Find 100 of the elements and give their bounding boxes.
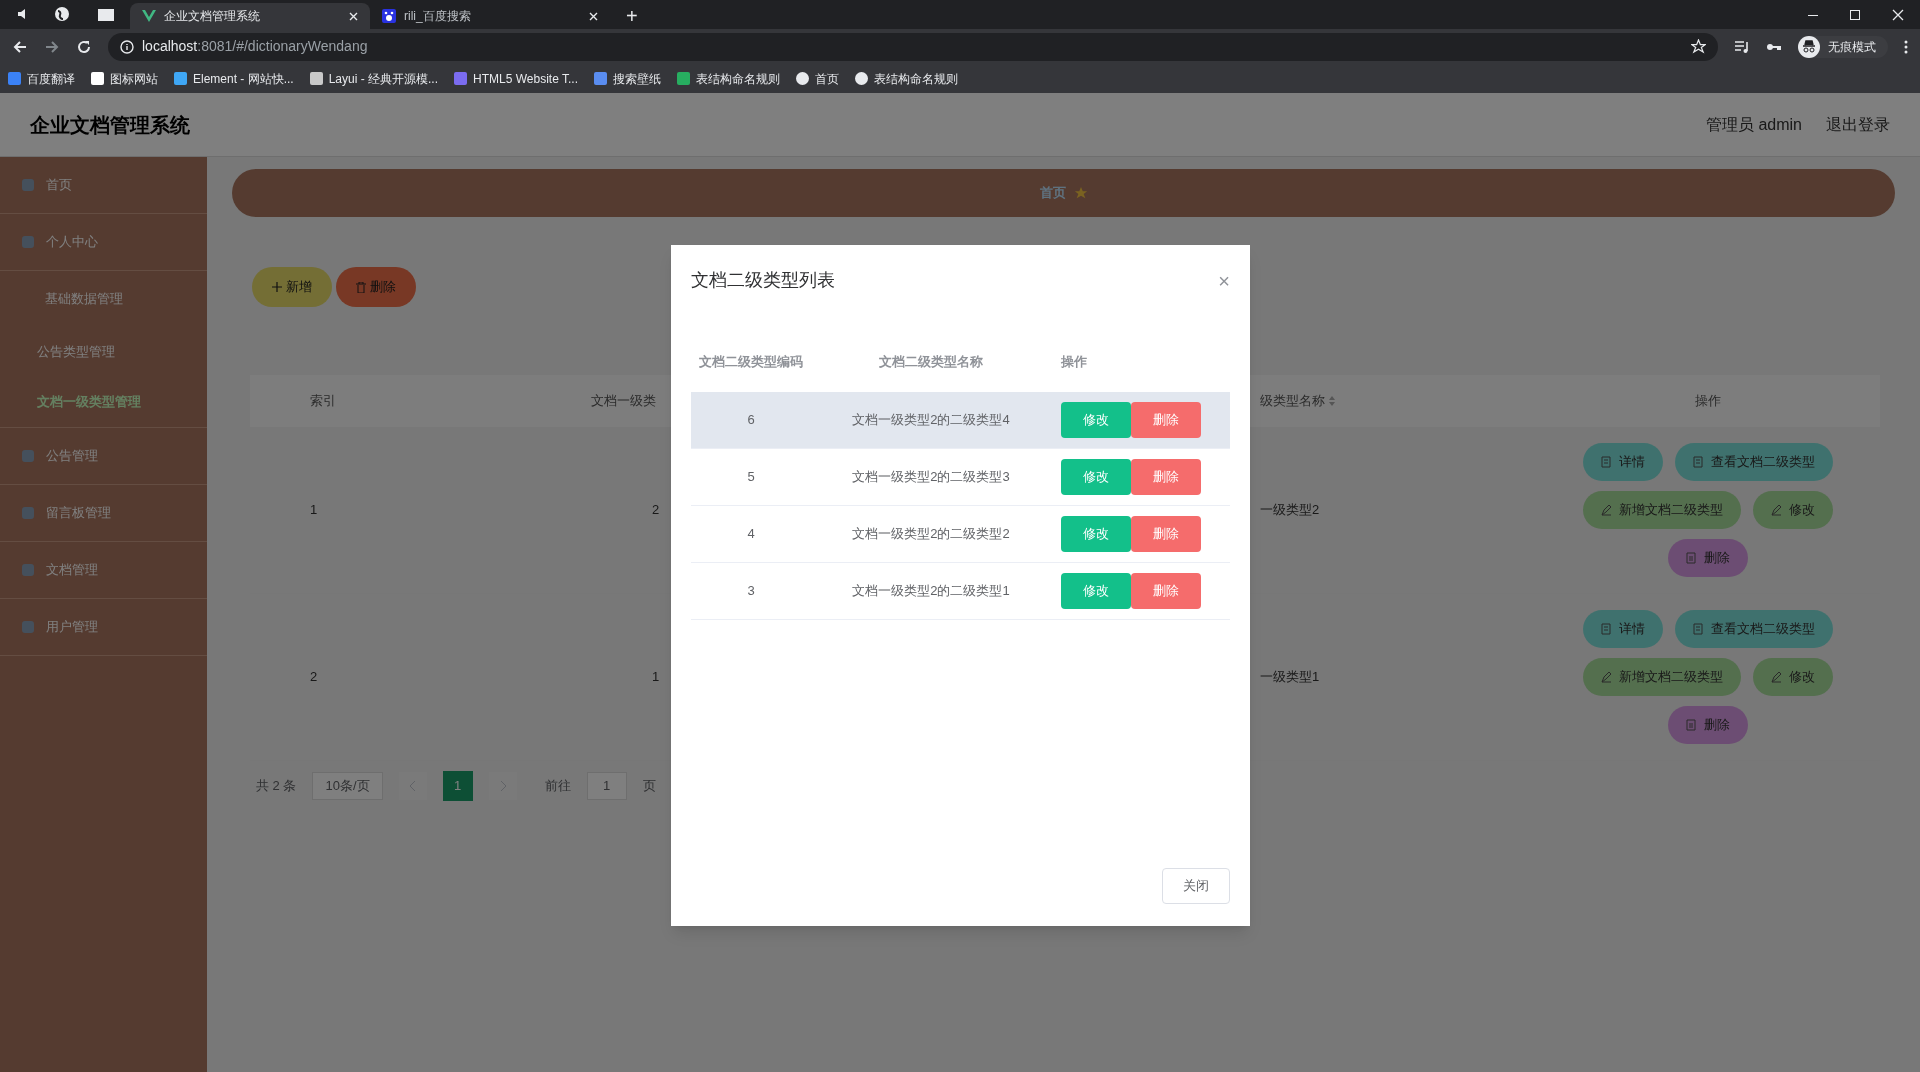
document-icon [1692,623,1703,635]
action-button[interactable]: 删除 [1667,539,1748,577]
app-title: 企业文档管理系统 [30,112,190,138]
table-cell-text: 文档一级类型2的二级类型2 [851,525,1011,544]
address-bar[interactable]: localhost:8081/#/dictionaryWendang [108,32,1718,61]
delete-button[interactable]: 删除 [1131,459,1201,495]
paw-icon [382,9,396,23]
info-icon[interactable] [120,39,134,54]
sidebar-item[interactable]: 基础数据管理 [0,271,207,327]
reload-icon[interactable] [76,38,92,55]
bookmark-icon [796,72,809,85]
close-icon[interactable] [349,11,358,21]
bookmark[interactable]: 首页 [796,69,839,88]
page-size-select[interactable]: 10条/页 [312,772,383,800]
table-cell-text: 6 [746,411,756,430]
edit-button[interactable]: 修改 [1061,573,1131,609]
action-button[interactable]: 查看文档二级类型 [1674,443,1833,481]
sidebar-item[interactable]: 留言板管理 [0,485,207,541]
menu-item-icon [22,236,34,248]
sidebar-item[interactable]: 用户管理 [0,599,207,655]
delete-button[interactable]: 删除 [1131,573,1201,609]
bookmark[interactable]: 表结构命名规则 [677,69,780,88]
bookmark[interactable]: HTML5 Website T... [454,69,578,88]
close-dialog-button[interactable]: 关闭 [1162,868,1230,904]
delete-button[interactable]: 删除 [1131,516,1201,552]
action-button[interactable]: 修改 [1752,491,1833,529]
table-cell-text: 文档一级类型2的二级类型3 [851,468,1011,487]
sidebar-item[interactable]: 文档管理 [0,542,207,598]
action-button[interactable]: 详情 [1582,443,1663,481]
action-button[interactable]: 新增文档二级类型 [1582,491,1741,529]
action-button[interactable]: 修改 [1752,658,1833,696]
table-cell: 1 [652,669,660,685]
logout-link[interactable]: 退出登录 [1826,112,1890,137]
close-button[interactable]: × [1218,270,1230,291]
action-button[interactable]: 查看文档二级类型 [1674,610,1833,648]
plus-icon [272,282,282,292]
edit-button[interactable]: 修改 [1061,402,1131,438]
bookmark[interactable]: 图标网站 [91,69,158,88]
playlist-icon[interactable] [1734,39,1750,54]
browser-tab[interactable]: rili_百度搜索 [370,3,610,29]
sidebar-subitem[interactable]: 公告类型管理 [0,327,207,377]
add-button[interactable]: 新增 [252,267,332,307]
delete-button[interactable]: 删除 [1131,402,1201,438]
profile-chip[interactable]: 无痕模式 [1798,35,1888,58]
v-logo-icon [142,10,156,22]
bookmark-icon [8,72,21,85]
forward-icon[interactable] [44,38,60,55]
browser-tab[interactable]: 企业文档管理系统 [130,3,370,29]
sidebar-item[interactable]: 公告管理 [0,428,207,484]
bookmark-icon [677,72,690,85]
delete-button[interactable]: 删除 [336,267,416,307]
page-button[interactable]: 1 [442,771,473,801]
edit-button[interactable]: 修改 [1061,516,1131,552]
star-icon[interactable] [1691,39,1706,54]
column-header: 文档二级类型名称 [878,353,984,372]
menu-item-icon [22,450,34,462]
goto-label: 前往 [544,777,571,796]
back-icon[interactable] [12,38,28,55]
table-cell-text: 3 [746,582,756,601]
column-header: 操作 [1694,392,1721,411]
total-count: 共 2 条 [256,777,297,796]
bookmark-icon [174,72,187,85]
globe-icon[interactable] [54,6,70,22]
menu-icon[interactable] [1904,39,1908,54]
url-text: localhost:8081/#/dictionaryWendang [142,37,368,56]
star-icon [1073,186,1088,200]
edit-button[interactable]: 修改 [1061,459,1131,495]
sidebar-item[interactable]: 个人中心 [0,214,207,270]
action-button[interactable]: 删除 [1667,706,1748,744]
pencil-icon [1770,671,1781,683]
action-button[interactable]: 新增文档二级类型 [1582,658,1741,696]
pencil-icon [1600,504,1611,516]
bookmark[interactable]: Layui - 经典开源模... [309,69,439,88]
close-icon[interactable] [589,11,598,21]
bookmark[interactable]: 表结构命名规则 [855,69,958,88]
table-cell-text: 5 [746,468,756,487]
table-cell-text: 文档一级类型2的二级类型1 [851,582,1011,601]
menu-item-icon [22,179,34,191]
action-button[interactable]: 详情 [1582,610,1663,648]
sidebar-item[interactable]: 首页 [0,157,207,213]
page-input[interactable]: 1 [586,772,627,800]
menu-item-icon [22,564,34,576]
bookmark-icon [91,72,104,85]
table-cell-text: 文档一级类型2的二级类型4 [851,411,1011,430]
minimize-icon[interactable] [1808,14,1818,16]
user-label: 管理员 admin [1705,114,1802,135]
bookmark[interactable]: 搜索壁纸 [594,69,661,88]
page-unit-label: 页 [642,777,656,796]
bookmark-icon [309,72,323,85]
trash-icon [1685,552,1696,564]
breadcrumb-link[interactable]: 首页 [1039,183,1066,203]
new-tab-button[interactable]: + [626,6,638,26]
bookmark[interactable]: 百度翻译 [8,69,75,88]
trash-icon [1685,719,1696,731]
bookmark[interactable]: Element - 网站快... [174,69,294,88]
bookmark-icon [454,72,468,85]
document-icon [1600,623,1611,635]
close-icon[interactable] [1892,9,1904,21]
document-icon [1692,456,1703,468]
restore-icon[interactable] [1850,10,1860,20]
